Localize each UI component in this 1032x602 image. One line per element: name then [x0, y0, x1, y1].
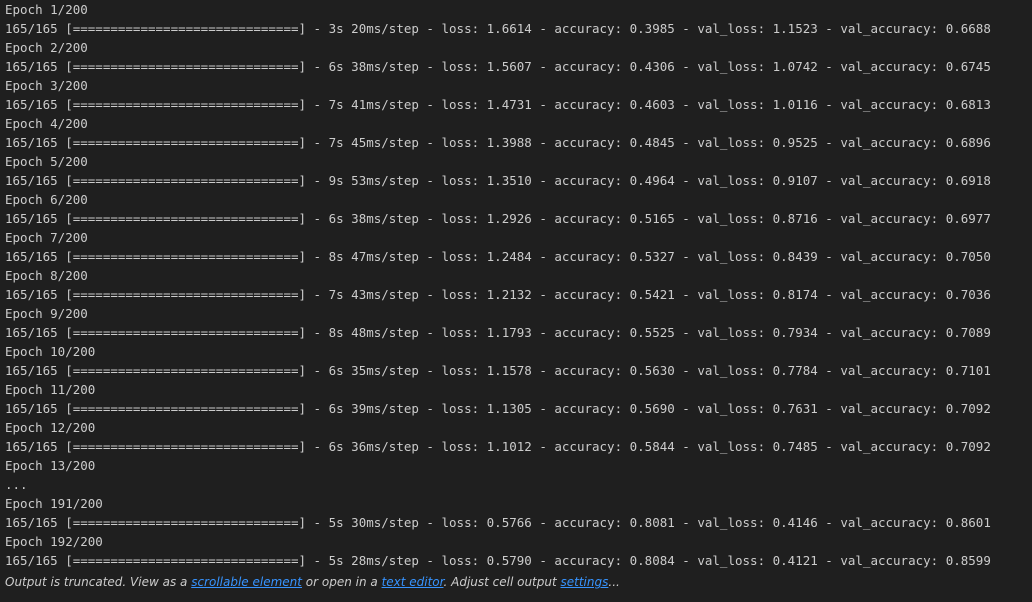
truncation-text-adjust: . Adjust cell output [443, 575, 561, 589]
cell-output-panel[interactable]: Epoch 1/200 165/165 [===================… [0, 0, 1032, 602]
output-line-progress-11: 165/165 [==============================]… [5, 401, 991, 416]
output-line-progress-192: 165/165 [==============================]… [5, 553, 991, 568]
output-line-progress-5: 165/165 [==============================]… [5, 173, 991, 188]
output-line-progress-6: 165/165 [==============================]… [5, 211, 991, 226]
output-line-progress-8: 165/165 [==============================]… [5, 287, 991, 302]
output-line-epoch-8: Epoch 8/200 [5, 268, 88, 283]
output-line-epoch-10: Epoch 10/200 [5, 344, 96, 359]
output-line-progress-7: 165/165 [==============================]… [5, 249, 991, 264]
output-line-progress-9: 165/165 [==============================]… [5, 325, 991, 340]
output-line-progress-1: 165/165 [==============================]… [5, 21, 991, 36]
output-line-progress-3: 165/165 [==============================]… [5, 97, 991, 112]
text-editor-link[interactable]: text editor [382, 575, 444, 589]
output-line-progress-10: 165/165 [==============================]… [5, 363, 991, 378]
output-line-progress-12: 165/165 [==============================]… [5, 439, 991, 454]
scrollable-element-link[interactable]: scrollable element [191, 575, 302, 589]
truncation-text-middle: or open in a [301, 575, 382, 589]
output-line-progress-191: 165/165 [==============================]… [5, 515, 991, 530]
output-line-epoch-9: Epoch 9/200 [5, 306, 88, 321]
output-line-epoch-12: Epoch 12/200 [5, 420, 96, 435]
truncation-text-ellipsis: ... [608, 575, 620, 589]
output-log: Epoch 1/200 165/165 [===================… [5, 0, 1032, 570]
output-line-epoch-1: Epoch 1/200 [5, 2, 88, 17]
output-line-epoch-6: Epoch 6/200 [5, 192, 88, 207]
output-line-progress-2: 165/165 [==============================]… [5, 59, 991, 74]
output-line-epoch-191: Epoch 191/200 [5, 496, 103, 511]
output-line-epoch-13: Epoch 13/200 [5, 458, 96, 473]
output-line-epoch-4: Epoch 4/200 [5, 116, 88, 131]
output-line-epoch-7: Epoch 7/200 [5, 230, 88, 245]
output-line-epoch-5: Epoch 5/200 [5, 154, 88, 169]
truncation-text-prefix: Output is truncated. View as a [5, 575, 192, 589]
output-line-epoch-11: Epoch 11/200 [5, 382, 96, 397]
output-line-progress-4: 165/165 [==============================]… [5, 135, 991, 150]
output-line-epoch-192: Epoch 192/200 [5, 534, 103, 549]
output-line-epoch-3: Epoch 3/200 [5, 78, 88, 93]
truncation-notice: Output is truncated. View as a scrollabl… [5, 573, 1032, 591]
output-line-epoch-2: Epoch 2/200 [5, 40, 88, 55]
output-settings-link[interactable]: settings [561, 575, 609, 589]
output-line-ellipsis: ... [5, 477, 28, 492]
